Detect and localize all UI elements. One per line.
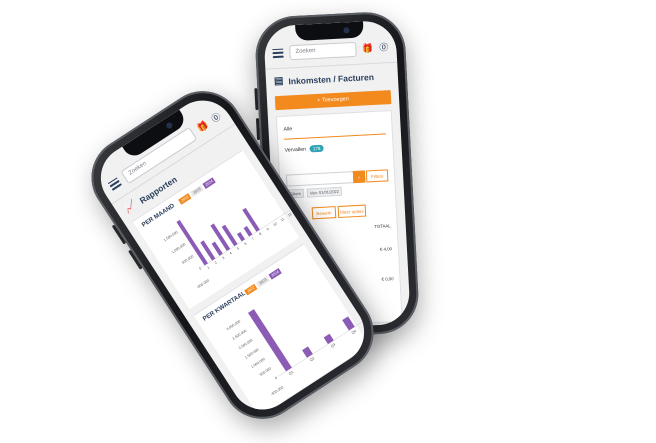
filter-all-label: Alle <box>283 126 293 133</box>
x-tick-label: 4 <box>229 251 233 255</box>
gift-icon[interactable]: 🎁 <box>362 42 374 53</box>
menu-icon[interactable] <box>272 48 284 58</box>
x-tick-label: 9 <box>266 227 270 231</box>
x-tick-label: 11 <box>280 217 285 222</box>
y-tick-label: 1.000.000 <box>171 242 187 254</box>
invoice-amount: € 4,00 <box>379 246 393 252</box>
bar <box>342 316 355 331</box>
page-title: ▤ Inkomsten / Facturen <box>274 71 374 87</box>
filter-expired[interactable]: Vervallen 178 <box>284 141 386 153</box>
filter-expired-label: Vervallen <box>284 146 307 154</box>
y-tick-label: 2.500.000 <box>232 329 248 341</box>
gift-icon[interactable]: 🎁 <box>195 119 210 133</box>
bar <box>211 241 223 256</box>
x-tick-label: 6 <box>244 241 248 245</box>
active-filter-underline <box>284 133 386 140</box>
x-tick-label: 12 <box>287 212 293 218</box>
x-tick-label: 10 <box>272 222 278 228</box>
column-total: TOTAAL <box>374 223 391 230</box>
x-tick-label: 7 <box>251 237 255 241</box>
x-tick-label: Q2 <box>309 356 315 362</box>
x-tick-label: Q1 <box>288 370 294 376</box>
page-title-text: Inkomsten / Facturen <box>288 71 375 86</box>
y-tick-label: 2.000.000 <box>238 338 254 350</box>
y-tick-label: 1.000.000 <box>250 357 266 369</box>
y-tick-label: 500.000 <box>259 367 272 377</box>
zero-line <box>202 208 292 267</box>
x-tick-label: Q4 <box>351 329 357 335</box>
expired-count-badge: 178 <box>309 144 324 153</box>
filters-button[interactable]: Filters <box>365 169 389 183</box>
bar <box>236 231 246 242</box>
x-tick-label: 5 <box>236 246 240 250</box>
y-tick-label: 3.000.000 <box>226 319 242 331</box>
y-tick-label: 500.000 <box>181 254 194 264</box>
invoice-search-input[interactable] <box>285 171 355 187</box>
y-tick-label: 1.500.000 <box>244 348 260 360</box>
more-options-button[interactable]: Meer opties <box>337 204 367 218</box>
x-tick-label: 1 <box>207 266 211 270</box>
y-tick-label: 1.500.000 <box>163 230 179 242</box>
filter-all[interactable]: Alle <box>283 121 385 132</box>
add-invoice-button[interactable]: + Toevoegen <box>274 90 392 111</box>
invoice-amount: € 0,00 <box>381 276 394 282</box>
search-button[interactable]: ⌕ <box>352 170 366 184</box>
edit-button[interactable]: Bewerk <box>311 206 337 220</box>
document-icon: ▤ <box>273 75 284 88</box>
x-tick-label: Q3 <box>330 343 336 349</box>
search-input[interactable]: Zoeken <box>289 41 357 60</box>
help-icon[interactable]: ⓪ <box>379 42 389 52</box>
x-tick-label: 8 <box>258 232 262 236</box>
y-tick-label: 0 <box>274 376 278 380</box>
x-tick-label: 2 <box>214 261 218 265</box>
help-icon[interactable]: ⓪ <box>209 111 222 124</box>
y-tick-label: -500.000 <box>196 279 210 290</box>
y-tick-label: 0 <box>198 266 202 270</box>
x-tick-label: 3 <box>221 256 225 260</box>
bar <box>210 223 231 252</box>
chart-icon: 📈 <box>122 199 139 216</box>
bar <box>243 225 253 237</box>
menu-icon[interactable] <box>107 176 122 191</box>
date-chip[interactable]: Van: 01/01/2022 <box>306 186 343 198</box>
y-tick-label: -500.000 <box>270 385 284 396</box>
